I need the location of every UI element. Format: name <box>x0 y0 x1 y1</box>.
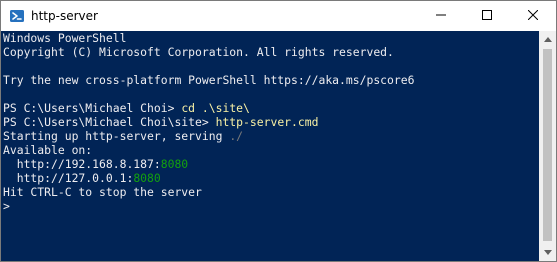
console-line-command-server: PS C:\Users\Michael Choi\site> http-serv… <box>3 115 319 129</box>
console-line-copyright: Copyright (C) Microsoft Corporation. All… <box>3 45 394 59</box>
maximize-icon <box>482 7 492 25</box>
scroll-up-arrow-icon[interactable] <box>539 31 556 48</box>
command-text: cd .\site\ <box>181 101 250 115</box>
close-button[interactable] <box>510 1 556 31</box>
minimize-button[interactable] <box>418 1 464 31</box>
port-number: 8080 <box>160 157 189 171</box>
console-output[interactable]: Windows PowerShell Copyright (C) Microso… <box>1 31 541 261</box>
console-line-stop-hint: Hit CTRL-C to stop the server <box>3 185 202 199</box>
scroll-down-arrow-icon[interactable] <box>539 244 556 261</box>
port-number: 8080 <box>133 171 161 185</box>
console-line-address-lan: http://192.168.8.187:8080 <box>3 157 189 171</box>
close-icon <box>527 7 539 25</box>
scrollbar-thumb[interactable] <box>543 49 552 241</box>
console-line-header: Windows PowerShell <box>3 31 127 45</box>
serving-path: ./ <box>229 129 244 143</box>
console-line-starting: Starting up http-server, serving ./ <box>3 129 244 143</box>
console-line-address-local: http://127.0.0.1:8080 <box>3 171 161 185</box>
window-title: http-server <box>31 9 98 23</box>
console-line-tip: Try the new cross-platform PowerShell ht… <box>3 73 415 87</box>
vertical-scrollbar[interactable] <box>539 31 556 261</box>
powershell-window: http-server Windows PowerShell Copyright… <box>0 0 557 262</box>
console-line-cursor[interactable]: > <box>3 199 10 213</box>
command-text: http-server.cmd <box>215 115 319 129</box>
console-line-command-cd: PS C:\Users\Michael Choi> cd .\site\ <box>3 101 250 115</box>
maximize-button[interactable] <box>464 1 510 31</box>
minimize-icon <box>436 7 446 25</box>
title-bar[interactable]: http-server <box>1 1 556 31</box>
console-line-available: Available on: <box>3 143 93 157</box>
powershell-icon <box>9 8 25 24</box>
